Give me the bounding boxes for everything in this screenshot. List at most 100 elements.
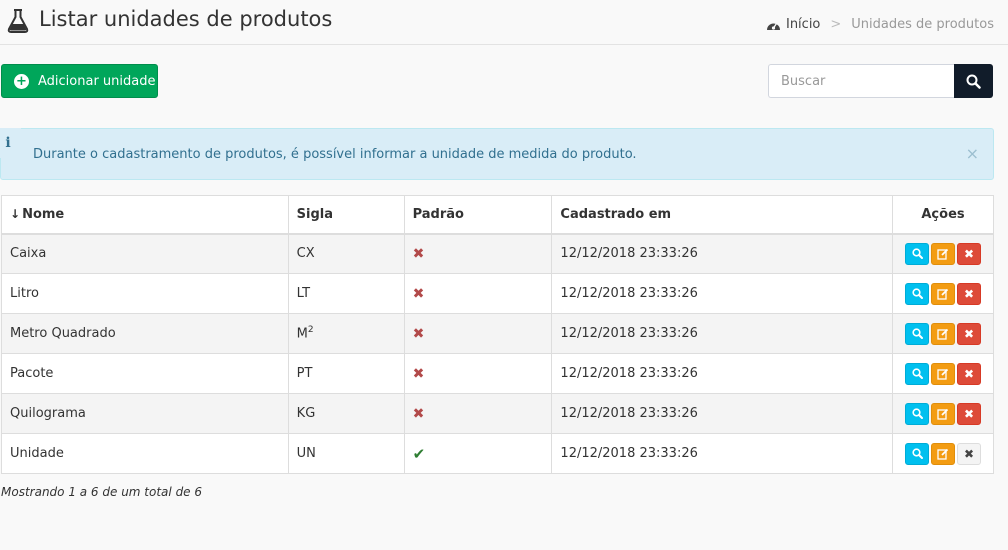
edit-icon <box>937 288 949 300</box>
sigla-text: UN <box>296 446 316 461</box>
search-button[interactable] <box>954 64 993 98</box>
times-icon: ✖ <box>412 285 425 302</box>
delete-button[interactable]: ✖ <box>957 402 981 425</box>
cell-cadastrado: 12/12/2018 23:33:26 <box>551 233 894 274</box>
breadcrumb-separator: > <box>830 17 842 32</box>
delete-button[interactable]: ✖ <box>957 442 981 465</box>
delete-button[interactable]: ✖ <box>957 362 981 385</box>
cell-acoes: ✖ <box>892 353 994 394</box>
units-table: ↓ Nome Sigla Padrão Cadastrado em Ações C… <box>1 195 994 474</box>
edit-icon <box>937 248 949 260</box>
times-icon: ✖ <box>963 246 975 261</box>
cell-nome: Caixa <box>1 233 289 274</box>
edit-icon <box>937 368 949 380</box>
table-row: Litro LT ✖ 12/12/2018 23:33:26 ✖ <box>1 273 994 314</box>
cell-padrao: ✖ <box>403 313 553 354</box>
table-row: Unidade UN ✔ 12/12/2018 23:33:26 ✖ <box>1 433 994 474</box>
plus-circle-icon: + <box>14 73 29 89</box>
column-header-cadastrado[interactable]: Cadastrado em <box>551 195 894 235</box>
cell-acoes: ✖ <box>892 273 994 314</box>
cell-acoes: ✖ <box>892 433 994 474</box>
cell-padrao: ✖ <box>403 233 553 274</box>
cell-padrao: ✔ <box>403 433 553 474</box>
cell-acoes: ✖ <box>892 313 994 354</box>
column-header-acoes: Ações <box>892 195 994 235</box>
sigla-text: PT <box>296 366 313 381</box>
times-icon: ✖ <box>963 366 975 381</box>
edit-button[interactable] <box>931 402 955 425</box>
callout-message: Durante o cadastramento de produtos, é p… <box>33 147 637 162</box>
times-icon: ✖ <box>963 326 975 341</box>
cell-cadastrado: 12/12/2018 23:33:26 <box>551 353 894 394</box>
cell-sigla: LT <box>287 273 405 314</box>
column-header-nome[interactable]: ↓ Nome <box>1 195 289 235</box>
cell-sigla: PT <box>287 353 405 394</box>
cell-padrao: ✖ <box>403 273 553 314</box>
view-button[interactable] <box>905 402 929 425</box>
times-icon: ✖ <box>412 325 425 342</box>
search-icon <box>911 248 923 260</box>
callout-close-button[interactable]: × <box>966 144 979 163</box>
view-button[interactable] <box>905 242 929 265</box>
info-icon: i <box>0 128 21 158</box>
view-button[interactable] <box>905 322 929 345</box>
sigla-text: M <box>296 326 308 342</box>
view-button[interactable] <box>905 442 929 465</box>
times-icon: ✖ <box>412 365 425 382</box>
edit-button[interactable] <box>931 242 955 265</box>
cell-cadastrado: 12/12/2018 23:33:26 <box>551 313 894 354</box>
search-icon <box>911 288 923 299</box>
page-header: Listar unidades de produtos Início > Uni… <box>0 0 1008 45</box>
edit-button[interactable] <box>931 362 955 385</box>
cell-sigla: KG <box>287 393 405 434</box>
view-button[interactable] <box>905 362 929 385</box>
view-button[interactable] <box>905 282 929 305</box>
sigla-text: KG <box>296 406 316 421</box>
info-callout: i Durante o cadastramento de produtos, é… <box>0 128 994 180</box>
search-input[interactable] <box>768 64 954 98</box>
edit-button[interactable] <box>931 282 955 305</box>
times-icon: ✖ <box>963 446 975 461</box>
edit-icon <box>937 408 949 420</box>
column-header-sigla[interactable]: Sigla <box>287 195 405 235</box>
cell-sigla: M2 <box>287 313 405 354</box>
cell-sigla: CX <box>287 233 405 274</box>
table-row: Quilograma KG ✖ 12/12/2018 23:33:26 ✖ <box>1 393 994 434</box>
sigla-text: CX <box>296 246 315 262</box>
times-icon: ✖ <box>412 245 425 262</box>
edit-button[interactable] <box>931 322 955 345</box>
search-icon <box>911 368 923 379</box>
search-group <box>768 64 993 98</box>
column-header-padrao[interactable]: Padrão <box>403 195 553 235</box>
cell-nome: Quilograma <box>1 393 289 434</box>
add-unit-label: Adicionar unidade <box>38 73 156 89</box>
add-unit-button[interactable]: + Adicionar unidade <box>1 64 158 98</box>
breadcrumb-current: Unidades de produtos <box>851 17 994 32</box>
page-title: Listar unidades de produtos <box>39 7 333 31</box>
delete-button[interactable]: ✖ <box>957 322 981 345</box>
cell-nome: Unidade <box>1 433 289 474</box>
delete-button[interactable]: ✖ <box>957 242 981 265</box>
cell-cadastrado: 12/12/2018 23:33:26 <box>551 433 894 474</box>
breadcrumb-home-label: Início <box>785 17 821 32</box>
search-icon <box>911 448 923 459</box>
times-icon: ✖ <box>963 286 975 301</box>
table-row: Pacote PT ✖ 12/12/2018 23:33:26 ✖ <box>1 353 994 394</box>
breadcrumb-home-link[interactable]: Início <box>766 17 820 32</box>
flask-icon <box>7 9 29 33</box>
edit-button[interactable] <box>931 442 955 465</box>
delete-button[interactable]: ✖ <box>957 282 981 305</box>
cell-cadastrado: 12/12/2018 23:33:26 <box>551 393 894 434</box>
table-row: Metro Quadrado M2 ✖ 12/12/2018 23:33:26 ✖ <box>1 313 994 354</box>
sigla-text: LT <box>296 286 311 301</box>
cell-padrao: ✖ <box>403 353 553 394</box>
cell-padrao: ✖ <box>403 393 553 434</box>
search-icon <box>911 408 923 419</box>
cell-nome: Pacote <box>1 353 289 394</box>
column-label-nome: Nome <box>22 206 65 222</box>
edit-icon <box>937 328 949 340</box>
breadcrumb: Início > Unidades de produtos <box>766 17 994 32</box>
search-icon <box>911 328 923 339</box>
table-row: Caixa CX ✖ 12/12/2018 23:33:26 ✖ <box>1 233 994 274</box>
cell-acoes: ✖ <box>892 393 994 434</box>
